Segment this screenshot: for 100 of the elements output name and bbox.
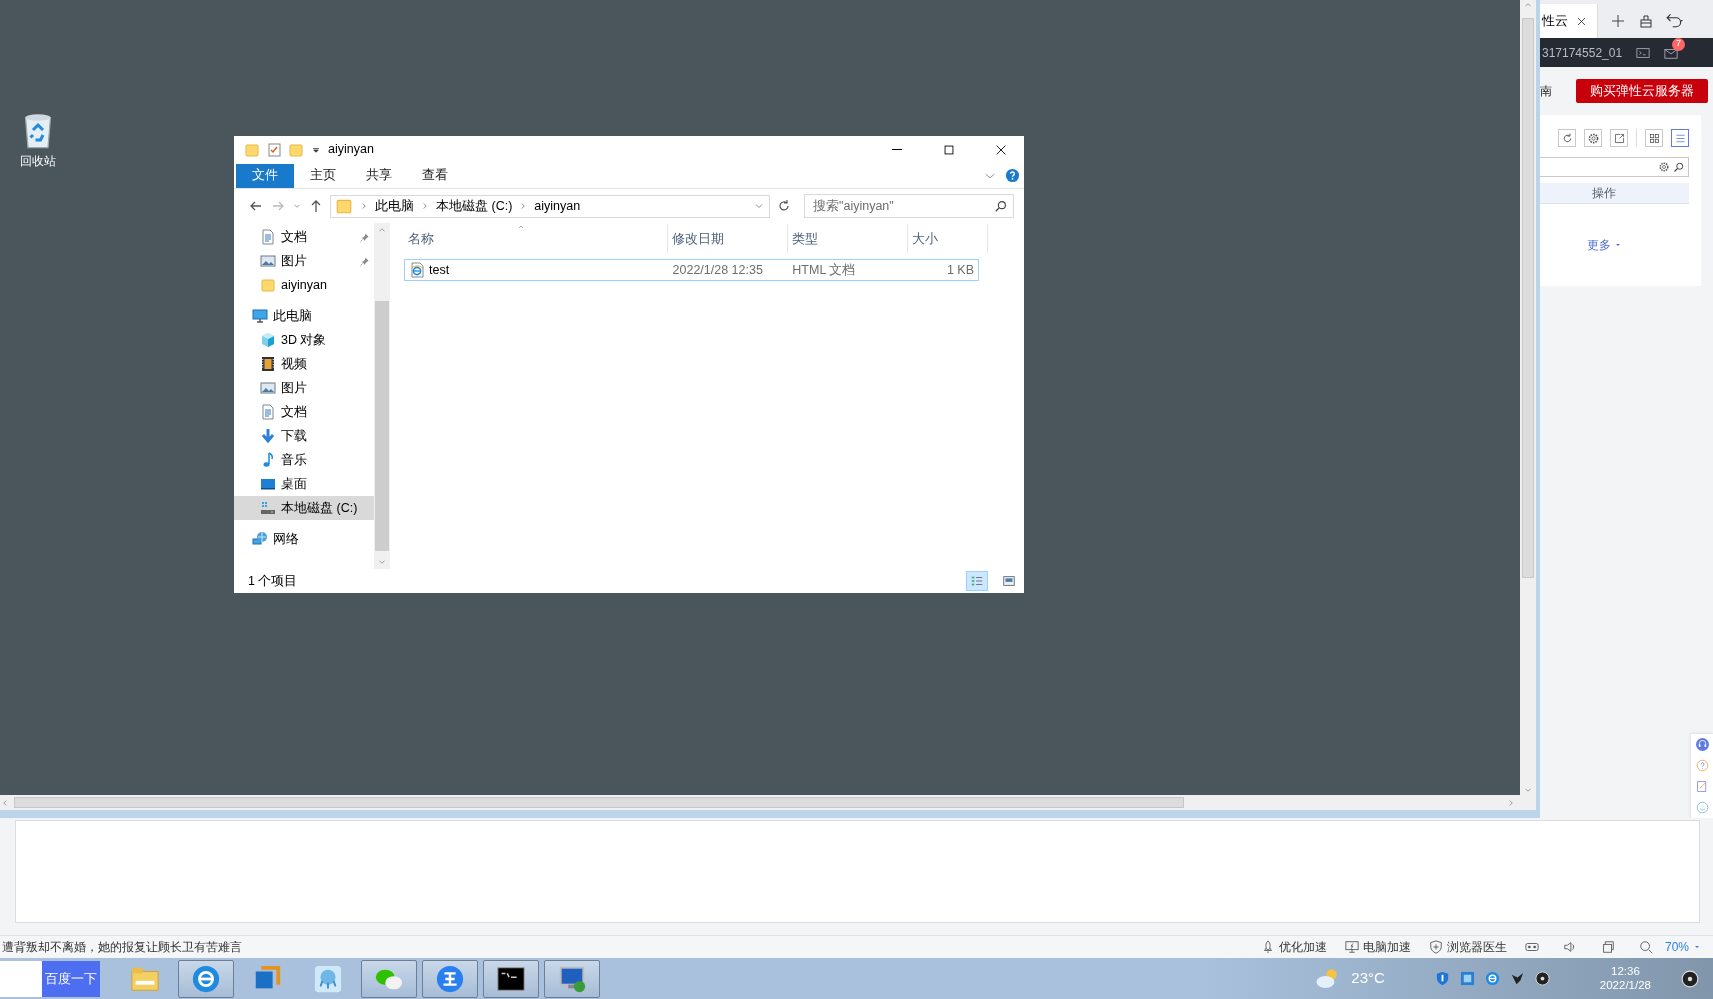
ribbon-tab[interactable]: 查看 — [408, 163, 462, 188]
search-field[interactable] — [1540, 157, 1689, 178]
search-field[interactable] — [0, 960, 42, 997]
chat-app-icon — [435, 963, 465, 994]
search-field[interactable]: 搜索"aiyinyan" — [804, 194, 1014, 218]
octopus-icon — [313, 963, 343, 994]
status-tool[interactable]: 浏览器医生 — [1428, 938, 1507, 956]
list-button[interactable] — [1671, 129, 1689, 148]
ribbon-tab[interactable]: 主页 — [296, 163, 350, 188]
scrollbar[interactable] — [1520, 0, 1536, 795]
nav-item[interactable]: 视频 — [234, 352, 374, 376]
nav-item[interactable]: 网络 — [234, 527, 374, 551]
network-icon — [252, 531, 268, 547]
notification-icon — [1681, 969, 1699, 988]
status-tool[interactable]: 电脑加速 — [1344, 938, 1411, 956]
smiley-icon — [1695, 801, 1709, 814]
nav-item[interactable]: 此电脑 — [234, 304, 374, 328]
nav-item[interactable]: aiyinyan — [234, 273, 374, 297]
search-button[interactable]: 百度一下 — [42, 960, 100, 997]
desktop-icon — [260, 476, 276, 492]
item-count: 1 个项目 — [248, 572, 298, 590]
download-icon — [260, 428, 276, 444]
taskbar-app[interactable] — [483, 959, 539, 998]
close-icon — [1576, 15, 1587, 27]
window-title: aiyinyan — [328, 141, 374, 159]
status-tool[interactable]: 优化加速 — [1260, 938, 1327, 956]
folder-icon — [288, 141, 304, 158]
picture-icon — [260, 380, 276, 396]
shield-icon — [1434, 971, 1450, 986]
nav-item[interactable]: 3D 对象 — [234, 328, 374, 352]
table-cell-text: 1 KB — [945, 261, 975, 279]
document-icon — [260, 404, 276, 420]
disc-icon — [1534, 971, 1550, 986]
guide-link[interactable]: 南 — [1540, 82, 1552, 101]
column-header[interactable]: 修改日期 — [668, 225, 788, 253]
buy-server-button[interactable]: 购买弹性云服务器 — [1576, 79, 1708, 104]
nav-item[interactable]: 文档 — [234, 400, 374, 424]
scrollbar[interactable] — [374, 223, 390, 569]
ribbon-tab[interactable]: 共享 — [352, 163, 406, 188]
cube-icon — [260, 332, 276, 348]
details-view-icon — [970, 574, 984, 588]
computer-icon — [252, 308, 268, 324]
news-headline[interactable]: 遭背叛却不离婚，她的报复让顾长卫有苦难言 — [2, 938, 1261, 956]
settings-icon — [1658, 161, 1670, 174]
nav-item[interactable]: 桌面 — [234, 472, 374, 496]
folder-icon — [244, 141, 260, 158]
headset-icon — [1695, 738, 1709, 751]
terminal-icon — [1636, 45, 1651, 60]
breadcrumb-item[interactable]: 本地磁盘 (C:) — [436, 196, 513, 216]
table-cell-text: HTML 文档 — [791, 261, 857, 279]
folder-icon — [335, 197, 353, 215]
app-tray-icon — [1459, 971, 1475, 986]
help-icon — [1695, 759, 1709, 772]
cloud-sun-icon — [1315, 966, 1340, 991]
scrollbar[interactable] — [0, 795, 1536, 810]
account-id: 317174552_01 — [1542, 44, 1623, 62]
large-icons-view-icon — [1002, 574, 1016, 588]
details-view-button[interactable] — [966, 571, 988, 591]
file-row[interactable]: test 2022/1/28 12:35 HTML 文档 1 KB — [404, 259, 979, 281]
nav-item[interactable]: 下载 — [234, 424, 374, 448]
edit-icon — [1695, 780, 1709, 793]
film-icon — [260, 356, 276, 372]
nav-item[interactable]: 音乐 — [234, 448, 374, 472]
breadcrumb-item[interactable]: aiyinyan — [534, 196, 581, 216]
ribbon-tab[interactable]: 文件 — [236, 163, 294, 188]
export-icon — [1612, 131, 1626, 145]
column-header[interactable]: 名称 — [404, 225, 668, 253]
refresh-icon — [776, 198, 792, 214]
refresh-button[interactable] — [1558, 129, 1576, 148]
column-header[interactable]: 类型 — [788, 225, 908, 253]
recycle-bin-label[interactable]: 回收站 — [20, 152, 56, 170]
ie-icon — [1484, 971, 1500, 986]
shield-icon — [1428, 940, 1443, 954]
search-icon — [1673, 161, 1685, 174]
zoom-control[interactable]: 70% — [1638, 938, 1701, 956]
folder-icon — [260, 277, 276, 293]
more-link[interactable]: 更多 — [1587, 236, 1622, 255]
picture-icon — [260, 253, 276, 269]
nav-item[interactable]: 图片 — [234, 376, 374, 400]
document-icon — [260, 229, 276, 245]
ie-icon — [191, 963, 221, 994]
column-header[interactable]: 大小 — [908, 225, 988, 253]
address-bar[interactable]: 此电脑 本地磁盘 (C:) aiyinyan — [330, 194, 770, 218]
monitor-icon — [1344, 940, 1359, 954]
speaker-icon — [1562, 940, 1577, 954]
undo-icon — [1666, 11, 1684, 30]
grid-button[interactable] — [1645, 129, 1663, 148]
help-icon — [1005, 168, 1020, 183]
vr-glasses-icon — [1524, 940, 1539, 954]
window-icon — [1600, 940, 1615, 954]
browser-tab[interactable]: 性云 — [1540, 4, 1598, 39]
nav-item[interactable]: 图片 — [234, 249, 374, 273]
export-button[interactable] — [1610, 129, 1628, 148]
settings-button[interactable] — [1584, 129, 1602, 148]
nav-item[interactable]: 文档 — [234, 225, 374, 249]
nav-item[interactable]: 本地磁盘 (C:) — [234, 496, 374, 520]
drive-icon — [260, 500, 276, 516]
html-file-icon — [409, 262, 425, 278]
file-name: test — [429, 261, 450, 279]
breadcrumb-item[interactable]: 此电脑 — [375, 196, 414, 216]
